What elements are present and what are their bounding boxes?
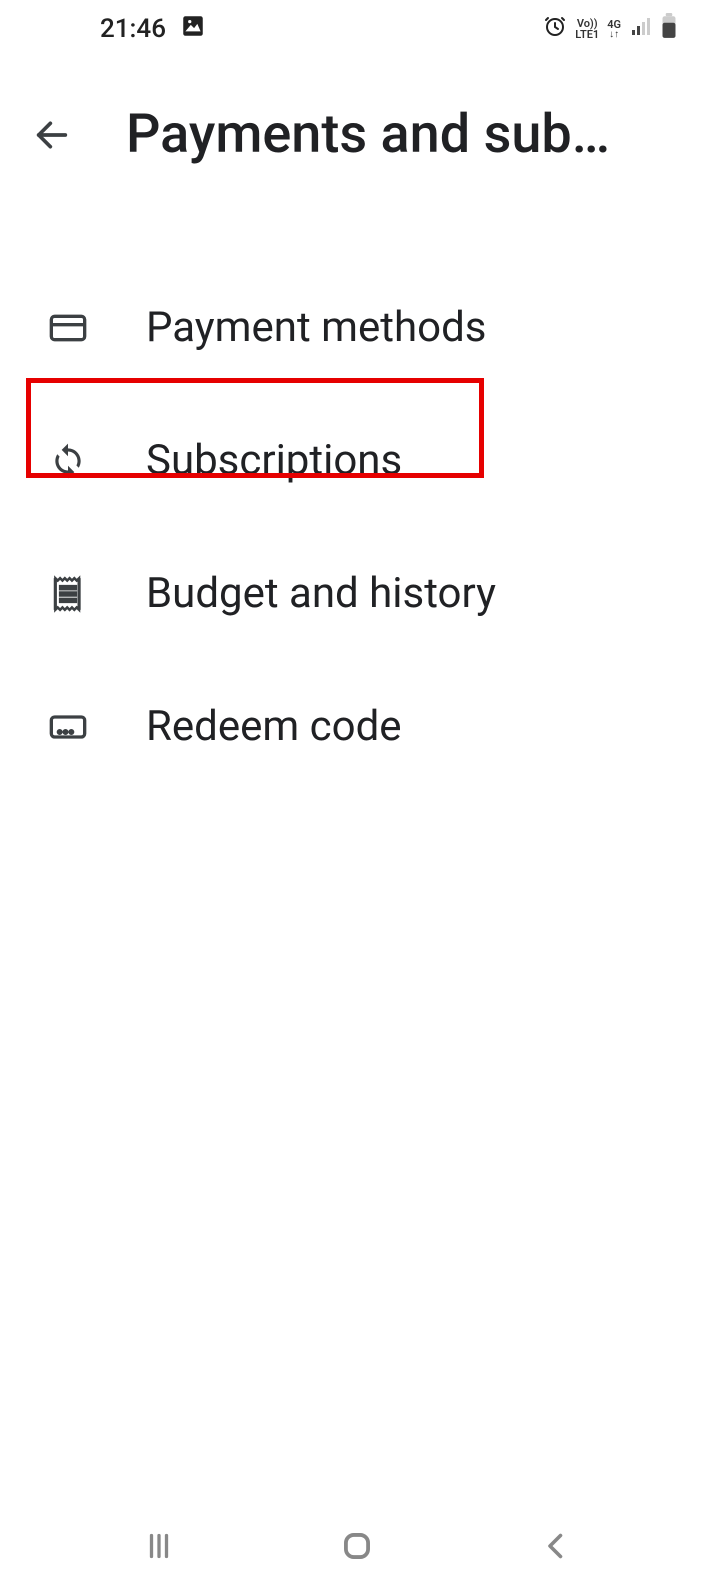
status-time: 21:46 [100, 14, 166, 44]
sync-icon [48, 441, 88, 481]
menu-label: Budget and history [146, 569, 496, 618]
gift-card-icon [48, 707, 88, 747]
back-nav-button[interactable] [526, 1516, 586, 1576]
home-button[interactable] [327, 1516, 387, 1576]
status-left: 21:46 [100, 13, 206, 46]
nav-bar [0, 1507, 715, 1595]
menu-item-redeem-code[interactable]: Redeem code [0, 660, 715, 793]
volte-indicator: Vo)) LTE1 [575, 18, 599, 40]
page-title: Payments and sub… [126, 103, 687, 166]
alarm-icon [543, 14, 567, 45]
network-indicator: 4G ↓↑ [607, 19, 621, 40]
menu-label: Payment methods [146, 303, 486, 352]
menu-item-payment-methods[interactable]: Payment methods [0, 261, 715, 394]
back-button[interactable] [28, 111, 76, 159]
receipt-icon [48, 574, 88, 614]
status-right: Vo)) LTE1 4G ↓↑ [543, 13, 677, 46]
recents-button[interactable] [129, 1516, 189, 1576]
menu-list: Payment methods Subscriptions Budget and… [0, 191, 715, 793]
battery-icon [661, 13, 677, 46]
menu-label: Redeem code [146, 702, 402, 751]
credit-card-icon [48, 308, 88, 348]
signal-icon [629, 14, 653, 45]
menu-item-budget-history[interactable]: Budget and history [0, 527, 715, 660]
image-icon [180, 13, 206, 46]
status-bar: 21:46 Vo)) LTE1 4G ↓↑ [0, 0, 715, 58]
menu-item-subscriptions[interactable]: Subscriptions [0, 394, 715, 527]
menu-label: Subscriptions [146, 436, 402, 485]
header: Payments and sub… [0, 58, 715, 191]
